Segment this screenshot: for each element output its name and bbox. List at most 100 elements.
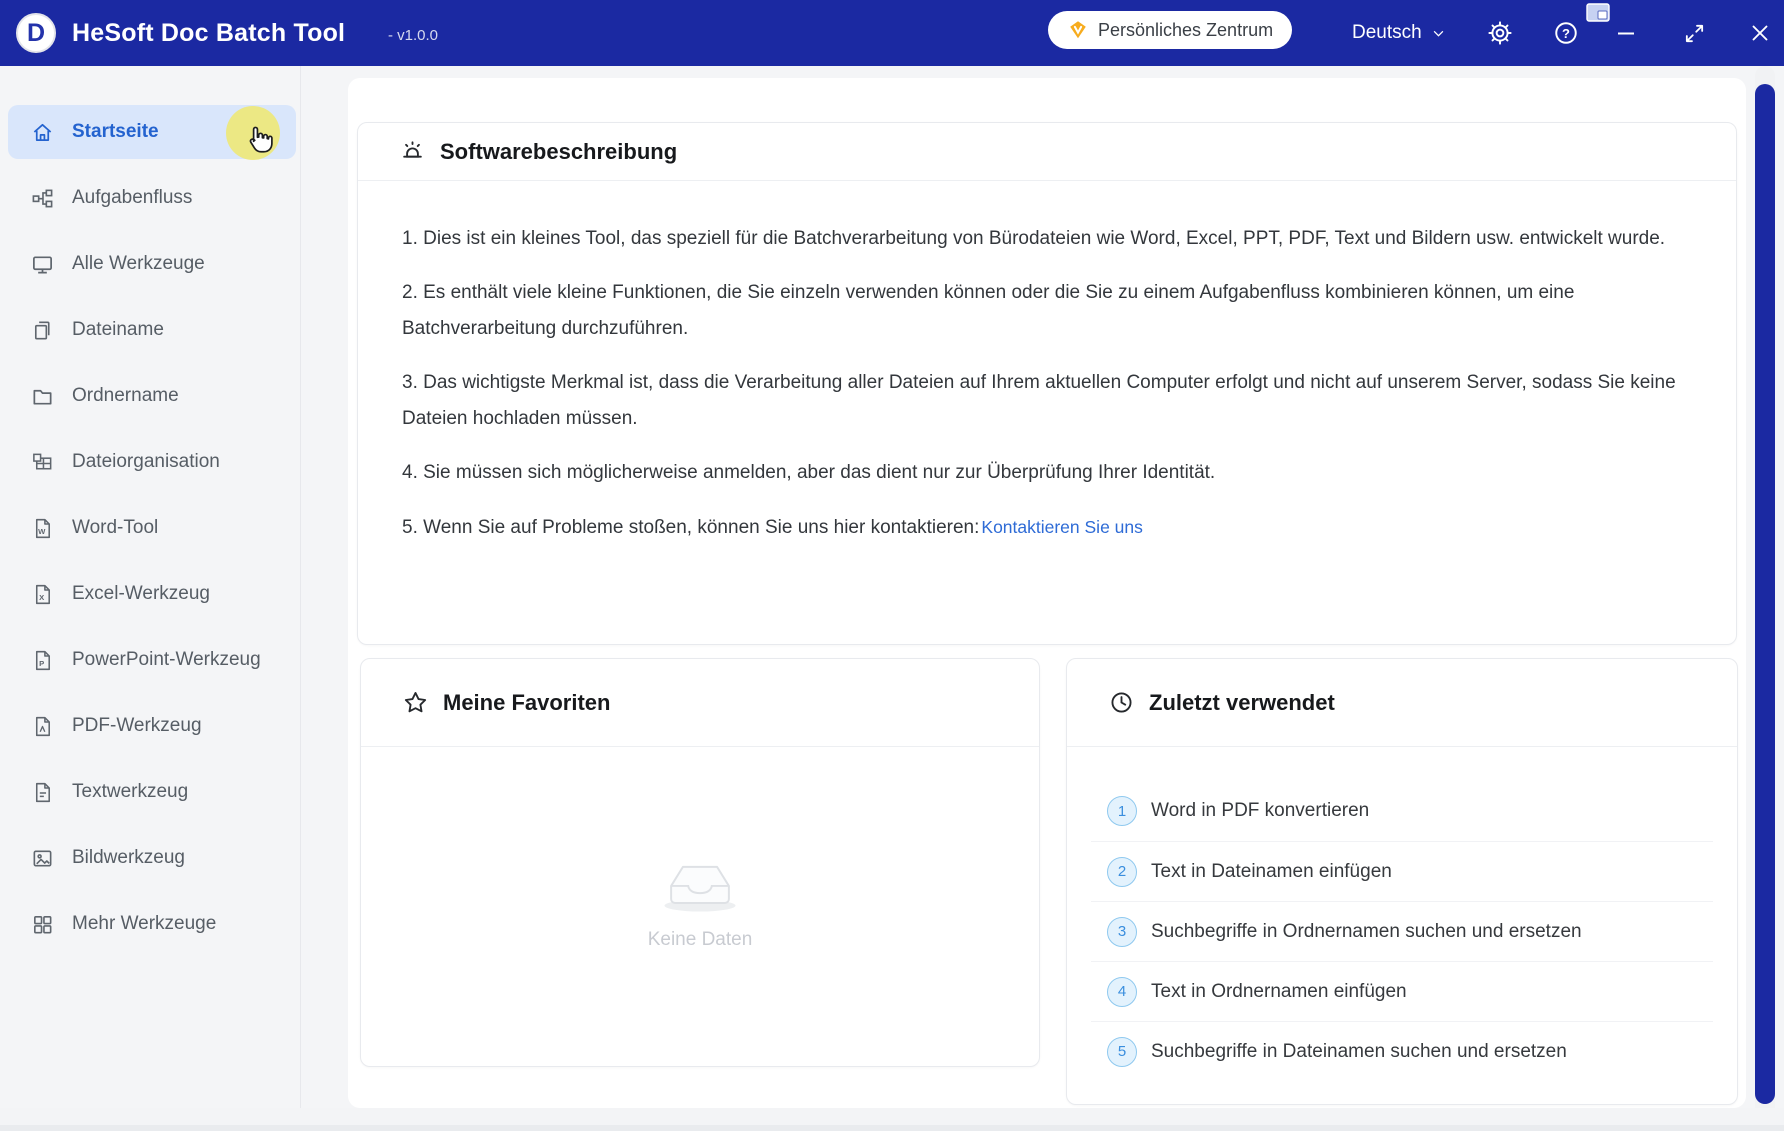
sidebar-item-dateiorganisation[interactable]: Dateiorganisation: [8, 435, 296, 489]
recent-item-number: 3: [1107, 917, 1137, 947]
close-icon: [1748, 21, 1772, 45]
vip-badge-icon: [1067, 19, 1089, 41]
sidebar: Startseite Aufgabenfluss Alle Werkzeuge: [0, 66, 300, 1108]
sidebar-item-excel-werkzeug[interactable]: X Excel-Werkzeug: [8, 567, 296, 621]
sidebar-item-label: Aufgabenfluss: [72, 187, 192, 209]
clock-icon: [1109, 690, 1134, 715]
recent-item-label: Suchbegriffe in Dateinamen suchen und er…: [1151, 1041, 1567, 1063]
settings-button[interactable]: [1486, 19, 1514, 47]
description-paragraph: 5. Wenn Sie auf Probleme stoßen, können …: [402, 509, 1692, 546]
svg-text:W: W: [38, 526, 46, 535]
sidebar-item-ordnername[interactable]: Ordnername: [8, 369, 296, 423]
word-file-icon: W: [30, 516, 54, 540]
sidebar-item-aufgabenfluss[interactable]: Aufgabenfluss: [8, 171, 296, 225]
floating-window-icon: [1586, 3, 1610, 22]
sidebar-item-label: Word-Tool: [72, 517, 158, 539]
recent-card: Zuletzt verwendet 1 Word in PDF konverti…: [1066, 658, 1738, 1105]
pdf-file-icon: [30, 714, 54, 738]
recent-header: Zuletzt verwendet: [1067, 659, 1737, 747]
more-tools-icon: [30, 912, 54, 936]
workflow-icon: [30, 186, 54, 210]
software-description-title: Softwarebeschreibung: [440, 139, 677, 165]
svg-text:?: ?: [1562, 26, 1570, 41]
close-button[interactable]: [1746, 19, 1774, 47]
personal-center-label: Persönliches Zentrum: [1098, 20, 1273, 41]
sidebar-item-pdf-werkzeug[interactable]: PDF-Werkzeug: [8, 699, 296, 753]
recent-item[interactable]: 3 Suchbegriffe in Ordnernamen suchen und…: [1091, 901, 1713, 961]
recent-item-label: Word in PDF konvertieren: [1151, 800, 1369, 822]
recent-item[interactable]: 2 Text in Dateinamen einfügen: [1091, 841, 1713, 901]
recent-list: 1 Word in PDF konvertieren 2 Text in Dat…: [1091, 781, 1713, 1081]
software-description-card: Softwarebeschreibung 1. Dies ist ein kle…: [357, 122, 1737, 645]
recent-item-label: Text in Ordnernamen einfügen: [1151, 981, 1407, 1003]
recent-item[interactable]: 1 Word in PDF konvertieren: [1091, 781, 1713, 841]
sidebar-item-label: Dateiname: [72, 319, 164, 341]
minimize-button[interactable]: [1612, 19, 1640, 47]
sidebar-item-label: Textwerkzeug: [72, 781, 188, 803]
description-paragraph: 1. Dies ist ein kleines Tool, das spezie…: [402, 221, 1692, 257]
recent-item[interactable]: 4 Text in Ordnernamen einfügen: [1091, 961, 1713, 1021]
recent-item-label: Text in Dateinamen einfügen: [1151, 861, 1392, 883]
sidebar-item-label: Excel-Werkzeug: [72, 583, 210, 605]
sidebar-item-alle-werkzeuge[interactable]: Alle Werkzeuge: [8, 237, 296, 291]
recent-item-number: 1: [1107, 796, 1137, 826]
sidebar-item-label: Dateiorganisation: [72, 451, 220, 473]
personal-center-button[interactable]: Persönliches Zentrum: [1048, 11, 1292, 49]
software-description-header: Softwarebeschreibung: [358, 123, 1736, 181]
recent-item[interactable]: 5 Suchbegriffe in Dateinamen suchen und …: [1091, 1021, 1713, 1081]
sidebar-item-textwerkzeug[interactable]: Textwerkzeug: [8, 765, 296, 819]
title-bar: D HeSoft Doc Batch Tool - v1.0.0 Persönl…: [0, 0, 1784, 66]
sidebar-item-powerpoint-werkzeug[interactable]: P PowerPoint-Werkzeug: [8, 633, 296, 687]
app-window: D HeSoft Doc Batch Tool - v1.0.0 Persönl…: [0, 0, 1784, 1131]
excel-file-icon: X: [30, 582, 54, 606]
empty-tray-icon: [658, 851, 742, 913]
description-paragraph: 3. Das wichtigste Merkmal ist, dass die …: [402, 365, 1692, 437]
app-version: - v1.0.0: [388, 0, 438, 70]
vertical-scrollbar[interactable]: [1755, 66, 1775, 1131]
app-logo-icon: D: [16, 13, 56, 53]
empty-state-text: Keine Daten: [361, 929, 1039, 951]
app-title: HeSoft Doc Batch Tool: [72, 0, 345, 66]
favorites-header: Meine Favoriten: [361, 659, 1039, 747]
contact-us-link[interactable]: Kontaktieren Sie uns: [981, 517, 1143, 537]
ppt-file-icon: P: [30, 648, 54, 672]
software-description-body: 1. Dies ist ein kleines Tool, das spezie…: [358, 181, 1736, 546]
home-icon: [30, 120, 54, 144]
recent-item-number: 5: [1107, 1037, 1137, 1067]
maximize-button[interactable]: [1680, 19, 1708, 47]
sidebar-item-mehr-werkzeuge[interactable]: Mehr Werkzeuge: [8, 897, 296, 951]
window-bottom-edge: [0, 1108, 1784, 1131]
recent-title: Zuletzt verwendet: [1149, 690, 1335, 716]
image-file-icon: [30, 846, 54, 870]
sidebar-item-label: PDF-Werkzeug: [72, 715, 202, 737]
recent-item-label: Suchbegriffe in Ordnernamen suchen und e…: [1151, 921, 1582, 943]
chevron-down-icon: [1431, 26, 1446, 41]
minimize-icon: [1614, 21, 1638, 45]
recent-item-number: 2: [1107, 857, 1137, 887]
svg-text:P: P: [39, 658, 44, 667]
folder-icon: [30, 384, 54, 408]
monitor-icon: [30, 252, 54, 276]
sidebar-divider: [300, 66, 301, 1108]
file-copy-icon: [30, 318, 54, 342]
scrollbar-thumb[interactable]: [1755, 84, 1775, 1104]
recent-item-number: 4: [1107, 977, 1137, 1007]
expand-icon: [1683, 22, 1706, 45]
description-paragraph: 2. Es enthält viele kleine Funktionen, d…: [402, 275, 1692, 347]
description-paragraph: 4. Sie müssen sich möglicherweise anmeld…: [402, 455, 1692, 491]
gear-icon: [1487, 20, 1513, 46]
language-selector[interactable]: Deutsch: [1352, 0, 1446, 66]
language-label: Deutsch: [1352, 22, 1422, 44]
cursor-highlight: [226, 106, 280, 160]
favorites-title: Meine Favoriten: [443, 690, 610, 716]
sidebar-item-label: PowerPoint-Werkzeug: [72, 649, 261, 671]
favorites-card: Meine Favoriten Keine Daten: [360, 658, 1040, 1067]
sidebar-item-label: Alle Werkzeuge: [72, 253, 205, 275]
sidebar-item-dateiname[interactable]: Dateiname: [8, 303, 296, 357]
help-icon: ?: [1553, 20, 1579, 46]
text-file-icon: [30, 780, 54, 804]
sidebar-item-word-tool[interactable]: W Word-Tool: [8, 501, 296, 555]
help-button[interactable]: ?: [1552, 19, 1580, 47]
hand-pointer-icon: [242, 122, 276, 156]
sidebar-item-bildwerkzeug[interactable]: Bildwerkzeug: [8, 831, 296, 885]
